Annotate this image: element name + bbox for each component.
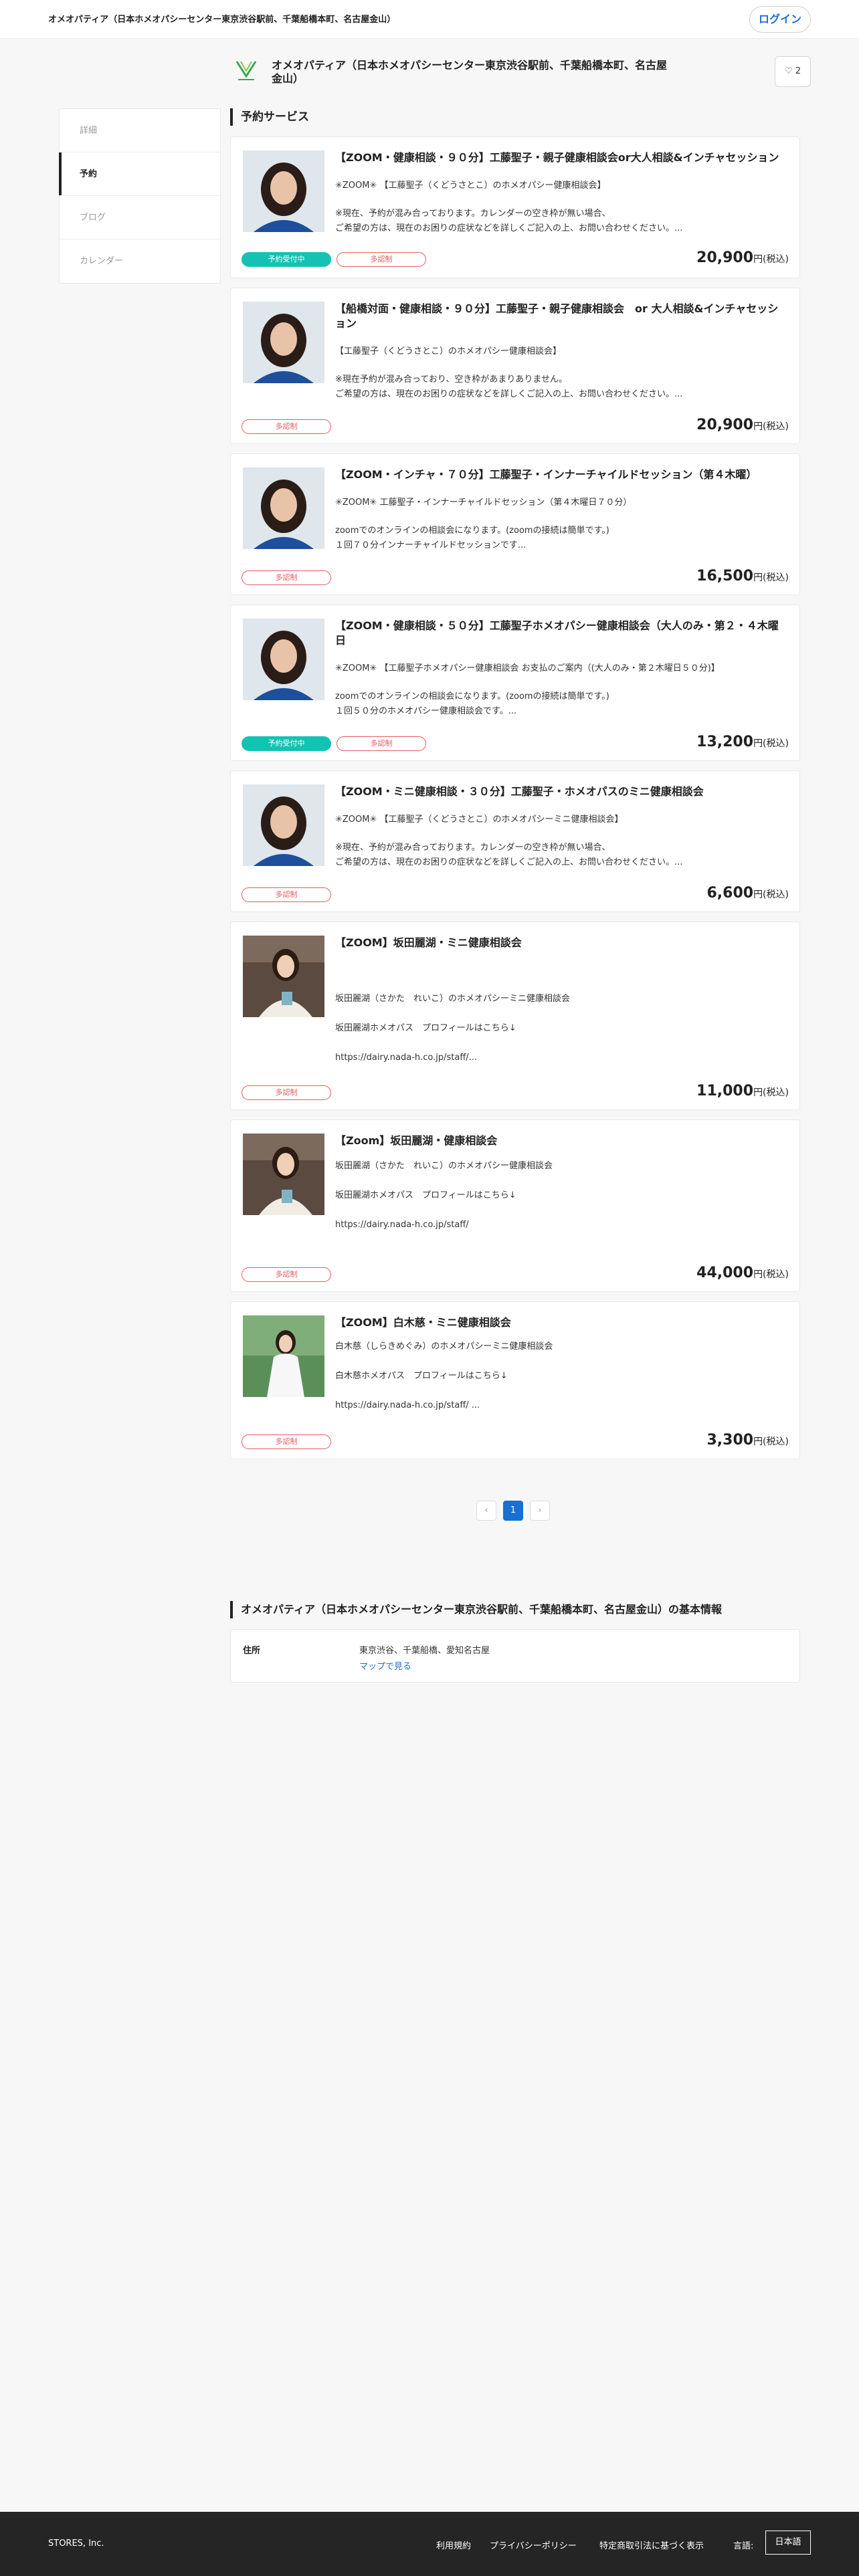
footer-links: 利用規約 プライバシーポリシー 特定商取引法に基づく表示 言語: 日本語 — [436, 2531, 811, 2557]
portrait-image — [243, 619, 324, 700]
sidebar-item-blog[interactable]: ブログ — [60, 196, 220, 239]
badge-multi: 多認制 — [242, 419, 331, 434]
address-label: 住所 — [243, 1646, 261, 1656]
next-page-button[interactable]: › — [530, 1501, 550, 1521]
portrait-image — [243, 1315, 324, 1397]
service-title[interactable]: 【ZOOM】坂田麗湖・ミニ健康相談会 — [335, 936, 787, 950]
service-price: 16,500円(税込) — [696, 568, 789, 584]
login-button[interactable]: ログイン — [749, 6, 811, 33]
heart-icon: ♡ — [784, 66, 793, 76]
service-price: 44,000円(税込) — [696, 1265, 789, 1281]
badge-multi: 多認制 — [242, 1434, 331, 1449]
store-title: オメオパティア（日本ホメオパシーセンター東京渋谷駅前、千葉船橋本町、名古屋金山） — [272, 59, 668, 85]
top-header: オメオパティア（日本ホメオパシーセンター東京渋谷駅前、千葉船橋本町、名古屋金山）… — [0, 0, 859, 39]
service-thumbnail — [243, 150, 324, 232]
badge-multi: 多認制 — [337, 736, 426, 751]
service-subtitle: 【工藤聖子（くどうさとこ）のホメオパシー健康相談会】 — [335, 346, 562, 356]
service-subtitle: ✳︎ZOOM✳︎ 【工藤聖子（くどうさとこ）のホメオパシーミニ健康相談会】 — [335, 815, 624, 825]
badge-multi: 多認制 — [242, 1085, 331, 1100]
service-description: 白木慈（しらきめぐみ）のホメオパシーミニ健康相談会 白木慈ホメオパス プロフィー… — [335, 1341, 553, 1410]
service-card[interactable]: 【ZOOM・ミニ健康相談・３０分】工藤聖子・ホメオパスのミニ健康相談会 ✳︎ZO… — [230, 770, 800, 912]
service-description: 坂田麗湖（さかた れいこ）のホメオパシー健康相談会 坂田麗湖ホメオパス プロフィ… — [335, 1161, 553, 1230]
service-thumbnail — [243, 1134, 324, 1215]
service-description: 坂田麗湖（さかた れいこ）のホメオパシーミニ健康相談会 坂田麗湖ホメオパス プロ… — [335, 994, 571, 1063]
badge-available: 予約受付中 — [242, 736, 331, 751]
service-title[interactable]: 【ZOOM・インチャ・７０分】工藤聖子・インナーチャイルドセッション（第４木曜） — [335, 467, 787, 482]
portrait-image — [243, 784, 324, 866]
service-description: zoomでのオンラインの相談会になります。(zoomの接続は簡単です。) １回５… — [335, 691, 609, 716]
sidebar-item-reservation[interactable]: 予約 — [59, 152, 220, 196]
service-title[interactable]: 【船橋対面・健康相談・９０分】工藤聖子・親子健康相談会 or 大人相談&インチャ… — [335, 302, 787, 331]
service-price: 11,000円(税込) — [696, 1083, 789, 1099]
badge-multi: 多認制 — [337, 252, 426, 267]
portrait-image — [243, 302, 324, 383]
service-thumbnail — [243, 1315, 324, 1397]
portrait-image — [243, 936, 324, 1017]
portrait-image — [243, 1134, 324, 1215]
footer-lang-label: 言語: — [733, 2541, 754, 2551]
service-card[interactable]: 【ZOOM・インチャ・７０分】工藤聖子・インナーチャイルドセッション（第４木曜）… — [230, 453, 800, 595]
service-card[interactable]: 【船橋対面・健康相談・９０分】工藤聖子・親子健康相談会 or 大人相談&インチャ… — [230, 288, 800, 444]
basic-info-box: 住所 東京渋谷、千葉船橋、愛知名古屋 マップで見る — [230, 1629, 800, 1683]
sidebar-item-details[interactable]: 詳細 — [60, 109, 220, 152]
service-description: zoomでのオンラインの相談会になります。(zoomの接続は簡単です。) １回７… — [335, 526, 609, 550]
service-card[interactable]: 【ZOOM・健康相談・５０分】工藤聖子ホメオパシー健康相談会（大人のみ・第２・４… — [230, 605, 800, 761]
service-card[interactable]: 【ZOOM・健康相談・９０分】工藤聖子・親子健康相談会or大人相談&インチャセッ… — [230, 136, 800, 278]
service-price: 20,900円(税込) — [696, 249, 789, 266]
sidebar-nav: 詳細 予約 ブログ カレンダー — [59, 108, 221, 284]
service-thumbnail — [243, 467, 324, 549]
service-price: 6,600円(税込) — [706, 885, 789, 901]
service-card[interactable]: 【Zoom】坂田麗湖・健康相談会 坂田麗湖（さかた れいこ）のホメオパシー健康相… — [230, 1119, 800, 1292]
badge-available: 予約受付中 — [242, 252, 331, 267]
badge-multi: 多認制 — [242, 1267, 331, 1282]
map-link[interactable]: マップで見る — [359, 1659, 411, 1672]
service-description: ※現在、予約が混み合っております。カレンダーの空き枠が無い場合、 ご希望の方は、… — [335, 843, 683, 867]
footer-company: STORES, Inc. — [48, 2539, 104, 2549]
service-description: ※現在予約が混み合っており、空き枠があまりありません。 ご希望の方は、現在のお困… — [335, 374, 683, 399]
service-title[interactable]: 【ZOOM・健康相談・５０分】工藤聖子ホメオパシー健康相談会（大人のみ・第２・４… — [335, 619, 787, 648]
service-title[interactable]: 【ZOOM・健康相談・９０分】工藤聖子・親子健康相談会or大人相談&インチャセッ… — [335, 150, 787, 165]
favorite-count: 2 — [795, 66, 801, 76]
service-card[interactable]: 【ZOOM】白木慈・ミニ健康相談会 白木慈（しらきめぐみ）のホメオパシーミニ健康… — [230, 1301, 800, 1459]
service-thumbnail — [243, 619, 324, 700]
service-price: 13,200円(税込) — [696, 734, 789, 750]
portrait-image — [243, 467, 324, 549]
service-thumbnail — [243, 302, 324, 383]
sidebar-item-calendar[interactable]: カレンダー — [60, 239, 220, 283]
service-description: ※現在、予約が混み合っております。カレンダーの空き枠が無い場合、 ご希望の方は、… — [335, 209, 683, 233]
service-subtitle: ✳︎ZOOM✳︎ 工藤聖子・インナーチャイルドセッション（第４木曜日７０分） — [335, 498, 632, 508]
service-thumbnail — [243, 936, 324, 1017]
service-price: 3,300円(税込) — [706, 1432, 789, 1448]
section-title: 予約サービス — [230, 108, 800, 126]
store-logo-icon — [235, 61, 257, 80]
prev-page-button[interactable]: ‹ — [476, 1501, 496, 1521]
footer: STORES, Inc. 利用規約 プライバシーポリシー 特定商取引法に基づく表… — [0, 2512, 859, 2576]
language-select[interactable]: 日本語 — [765, 2531, 811, 2555]
footer-link-commerce[interactable]: 特定商取引法に基づく表示 — [599, 2539, 704, 2551]
footer-link-privacy[interactable]: プライバシーポリシー — [490, 2539, 577, 2551]
badge-multi: 多認制 — [242, 570, 331, 585]
service-price: 20,900円(税込) — [696, 417, 789, 433]
service-subtitle: ✳︎ZOOM✳︎ 【工藤聖子（くどうさとこ）のホメオパシー健康相談会】 — [335, 181, 606, 191]
favorite-button[interactable]: ♡ 2 — [775, 56, 811, 87]
badge-multi: 多認制 — [242, 887, 331, 902]
store-header: オメオパティア（日本ホメオパシーセンター東京渋谷駅前、千葉船橋本町、名古屋金山）… — [233, 53, 811, 91]
portrait-image — [243, 150, 324, 232]
service-thumbnail — [243, 784, 324, 866]
main-content: 予約サービス 【ZOOM・健康相談・９０分】工藤聖子・親子健康相談会or大人相談… — [230, 108, 800, 1459]
basic-info-title: オメオパティア（日本ホメオパシーセンター東京渋谷駅前、千葉船橋本町、名古屋金山）… — [230, 1601, 800, 1618]
footer-link-terms[interactable]: 利用規約 — [436, 2539, 471, 2551]
page-1-button[interactable]: 1 — [503, 1501, 523, 1521]
service-title[interactable]: 【ZOOM・ミニ健康相談・３０分】工藤聖子・ホメオパスのミニ健康相談会 — [335, 784, 787, 799]
address-value: 東京渋谷、千葉船橋、愛知名古屋 — [359, 1646, 490, 1656]
service-title[interactable]: 【ZOOM】白木慈・ミニ健康相談会 — [335, 1315, 787, 1330]
header-store-name[interactable]: オメオパティア（日本ホメオパシーセンター東京渋谷駅前、千葉船橋本町、名古屋金山） — [48, 12, 395, 25]
service-card[interactable]: 【ZOOM】坂田麗湖・ミニ健康相談会 坂田麗湖（さかた れいこ）のホメオパシーミ… — [230, 922, 800, 1110]
service-title[interactable]: 【Zoom】坂田麗湖・健康相談会 — [335, 1134, 787, 1148]
service-subtitle: ✳︎ZOOM✳︎ 【工藤聖子ホメオパシー健康相談会 お支払のご案内（(大人のみ・… — [335, 663, 720, 673]
